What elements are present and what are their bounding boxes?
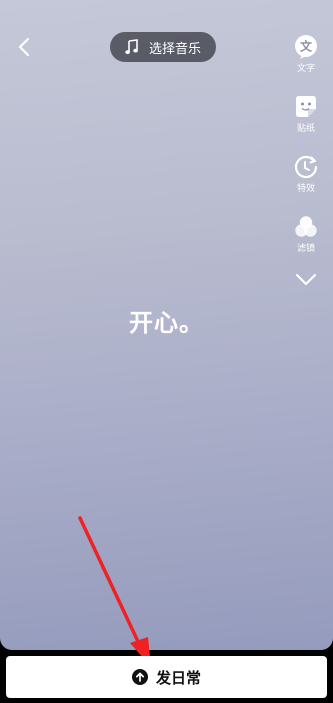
sticker-icon [293, 94, 319, 120]
music-note-icon [125, 39, 138, 55]
tool-text[interactable]: 文 文字 [287, 34, 325, 75]
post-text[interactable]: 开心。 [0, 303, 333, 338]
tool-filter[interactable]: 滤镜 [287, 214, 325, 255]
filter-icon [293, 214, 319, 240]
tool-text-label: 文字 [296, 64, 315, 74]
select-music-label: 选择音乐 [148, 41, 201, 57]
tool-filter-label: 滤镜 [296, 244, 315, 254]
canvas-preview: 选择音乐 文 文字 贴纸 特效 滤镜 开心。 [0, 0, 333, 650]
effects-icon [293, 154, 319, 180]
tool-effects[interactable]: 特效 [287, 154, 325, 195]
select-music-button[interactable]: 选择音乐 [110, 32, 216, 62]
text-icon: 文 [293, 34, 319, 60]
tool-sticker-label: 贴纸 [296, 124, 315, 134]
tool-effects-label: 特效 [296, 184, 315, 194]
tool-column: 文 文字 贴纸 特效 滤镜 [287, 34, 325, 288]
upload-icon [131, 669, 148, 685]
post-daily-button[interactable]: 发日常 [6, 656, 327, 698]
svg-text:文: 文 [300, 39, 313, 54]
tool-sticker[interactable]: 贴纸 [287, 94, 325, 135]
chevron-down-icon[interactable] [293, 270, 319, 288]
post-daily-label: 发日常 [155, 668, 201, 687]
back-arrow-icon[interactable] [14, 36, 36, 58]
